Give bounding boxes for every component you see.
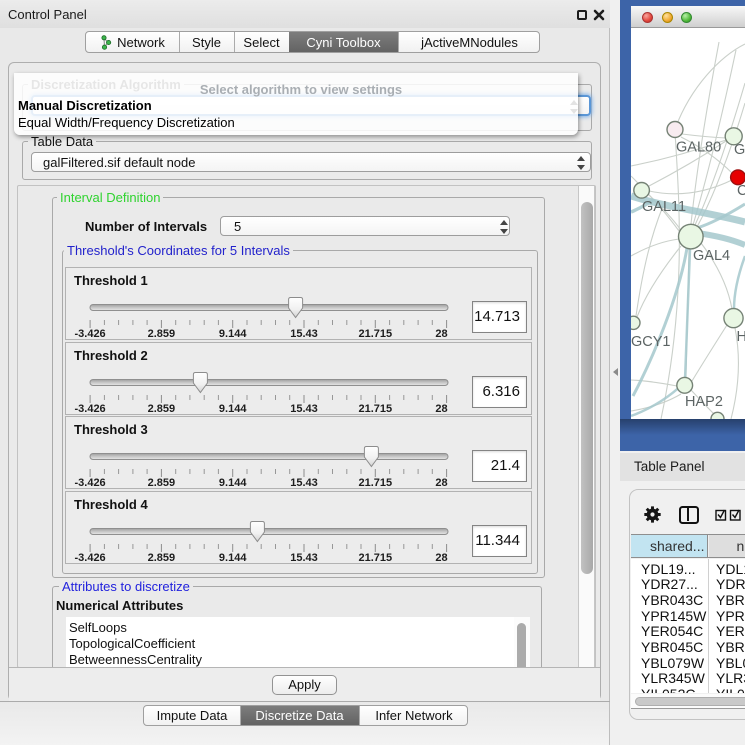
svg-text:G.: G. [734,142,745,158]
svg-text:H: H [737,329,745,345]
svg-text:GAL4: GAL4 [693,248,730,264]
svg-text:GCY1: GCY1 [631,334,671,350]
svg-text:HAP2: HAP2 [685,394,723,410]
svg-text:GAL80: GAL80 [676,140,721,156]
svg-text:C: C [737,183,745,199]
svg-text:GAL11: GAL11 [642,199,686,215]
